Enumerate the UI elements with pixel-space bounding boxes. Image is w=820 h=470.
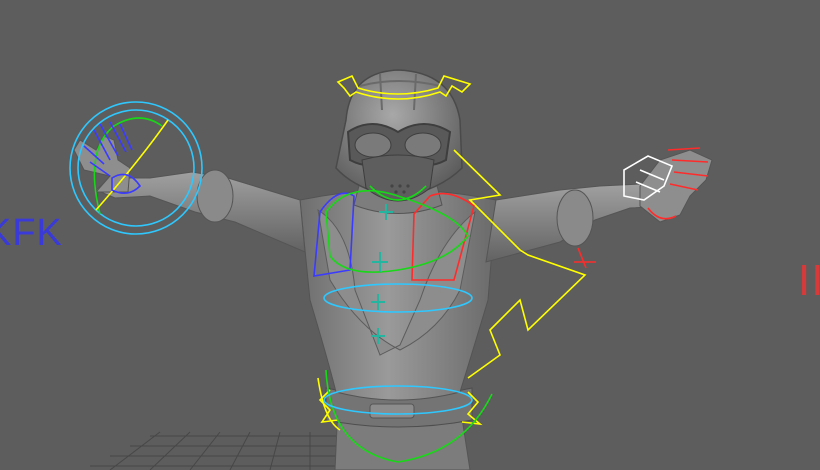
character-cuff-right[interactable] bbox=[556, 189, 594, 247]
viewport-scene[interactable] bbox=[0, 0, 820, 470]
ground-grid bbox=[90, 431, 360, 470]
ik-fk-switch-right[interactable]: II bbox=[798, 256, 820, 306]
maya-viewport[interactable]: KFK II bbox=[0, 0, 820, 470]
character-cuff-left[interactable] bbox=[196, 169, 234, 223]
ik-fk-switch-left[interactable]: KFK bbox=[0, 212, 63, 255]
